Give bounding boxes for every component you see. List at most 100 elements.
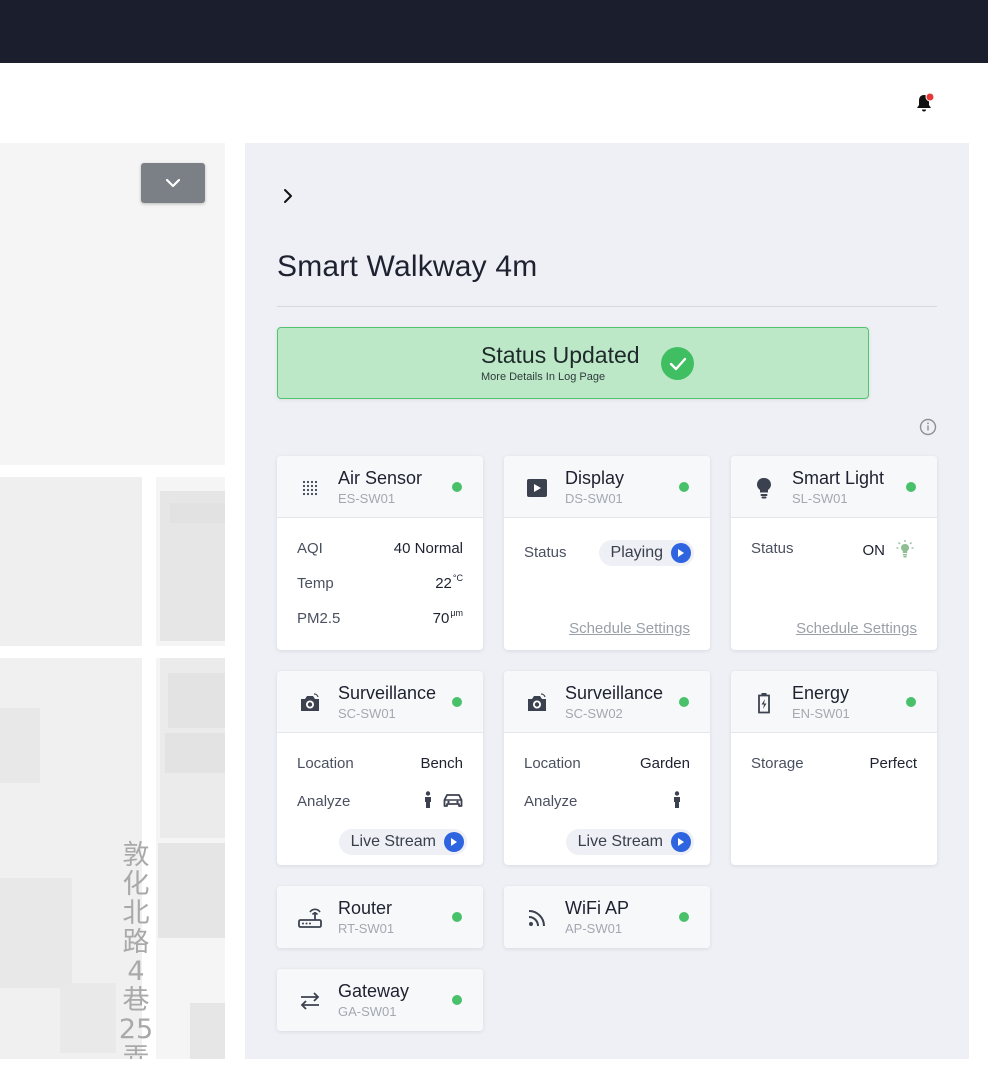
play-icon[interactable] [671,832,691,852]
storage-value: Perfect [869,755,917,772]
light-on-icon[interactable] [895,539,915,564]
street-label: 敦化北路4巷25弄 [118,840,154,1059]
wifi-icon [524,905,550,931]
status-label: Status [751,540,794,557]
top-bar [0,0,988,63]
card-header: Display DS-SW01 [504,456,710,518]
device-card-surveillance-1[interactable]: Surveillance SC-SW01 Location Bench Anal… [277,671,483,865]
location-value: Bench [420,755,463,772]
temp-value: 22°C [435,573,463,592]
map-view[interactable]: 敦化北路4巷25弄 [0,143,225,1059]
play-icon[interactable] [671,543,691,563]
aqi-label: AQI [297,540,323,557]
device-code: SC-SW01 [338,706,396,721]
card-header: Gateway GA-SW01 [277,969,483,1031]
device-card-energy[interactable]: Energy EN-SW01 Storage Perfect [731,671,937,865]
temp-unit: °C [452,573,463,583]
device-card-gateway[interactable]: Gateway GA-SW01 [277,969,483,1031]
status-toast[interactable]: Status Updated More Details In Log Page [277,327,869,399]
status-online-dot [452,912,462,922]
status-online-dot [452,995,462,1005]
live-stream-text: Live Stream [350,833,436,850]
page-title: Smart Walkway 4m [277,250,538,283]
card-header: Energy EN-SW01 [731,671,937,733]
status-online-dot [906,697,916,707]
person-icon [674,791,680,808]
device-code: RT-SW01 [338,921,395,936]
device-name: WiFi AP [565,898,630,918]
analyze-icons [672,791,682,809]
chevron-down-icon [165,178,181,188]
router-icon [297,905,323,931]
check-icon [661,347,694,380]
toast-subtitle: More Details In Log Page [481,371,606,383]
analyze-icons [423,791,463,809]
panel-collapse-button[interactable] [277,185,299,207]
playing-status-pill[interactable]: Playing [598,540,694,566]
display-icon [524,475,550,501]
device-name: Smart Light [792,468,885,488]
battery-icon [751,690,777,716]
device-card-router[interactable]: Router RT-SW01 [277,886,483,948]
device-code: AP-SW01 [565,921,623,936]
device-name: Gateway [338,981,410,1001]
device-code: SL-SW01 [792,491,848,506]
temp-label: Temp [297,575,334,592]
card-header: Smart Light SL-SW01 [731,456,937,518]
analyze-label: Analyze [524,793,578,810]
analyze-label: Analyze [297,793,351,810]
header-bar [0,63,988,143]
card-header: WiFi AP AP-SW01 [504,886,710,948]
schedule-settings-link[interactable]: Schedule Settings [569,620,690,637]
card-header: Surveillance SC-SW02 [504,671,710,733]
device-name: Display [565,468,625,488]
chevron-right-icon [284,189,292,203]
play-icon[interactable] [444,832,464,852]
device-code: ES-SW01 [338,491,396,506]
device-code: DS-SW01 [565,491,623,506]
device-card-surveillance-2[interactable]: Surveillance SC-SW02 Location Garden Ana… [504,671,710,865]
status-label: Status [524,544,567,561]
device-card-air-sensor[interactable]: Air Sensor ES-SW01 AQI 40 Normal Temp 22… [277,456,483,650]
status-online-dot [679,912,689,922]
device-card-wifi-ap[interactable]: WiFi AP AP-SW01 [504,886,710,948]
live-stream-pill[interactable]: Live Stream [565,829,694,855]
device-code: EN-SW01 [792,706,850,721]
device-name: Energy [792,683,850,703]
device-card-smart-light[interactable]: Smart Light SL-SW01 Status ON Schedule S… [731,456,937,650]
status-online-dot [679,482,689,492]
schedule-settings-link[interactable]: Schedule Settings [796,620,917,637]
device-name: Router [338,898,393,918]
status-online-dot [452,482,462,492]
status-online-dot [906,482,916,492]
live-stream-pill[interactable]: Live Stream [338,829,467,855]
device-name: Surveillance [565,683,664,703]
device-name: Air Sensor [338,468,423,488]
live-stream-text: Live Stream [577,833,663,850]
aqi-value: 40 Normal [393,540,463,557]
lightbulb-icon [751,475,777,501]
car-icon [443,794,463,807]
pm25-number: 70 [432,610,450,627]
location-label: Location [297,755,354,772]
info-icon[interactable] [919,418,937,436]
air-sensor-icon [297,475,323,501]
device-code: GA-SW01 [338,1004,397,1019]
pm25-unit: μm [450,608,463,618]
device-code: SC-SW02 [565,706,623,721]
pm25-label: PM2.5 [297,610,341,627]
device-name: Surveillance [338,683,437,703]
title-divider [277,306,937,307]
gateway-icon [297,988,323,1014]
storage-label: Storage [751,755,804,772]
device-card-display[interactable]: Display DS-SW01 Status Playing Schedule … [504,456,710,650]
notification-bell-icon[interactable] [913,92,935,114]
card-header: Router RT-SW01 [277,886,483,948]
location-value: Garden [639,755,690,772]
location-label: Location [524,755,581,772]
map-collapse-button[interactable] [141,163,205,203]
pm25-value: 70μm [432,608,463,627]
person-icon [425,791,431,808]
status-online-dot [452,697,462,707]
camera-icon [524,690,550,716]
